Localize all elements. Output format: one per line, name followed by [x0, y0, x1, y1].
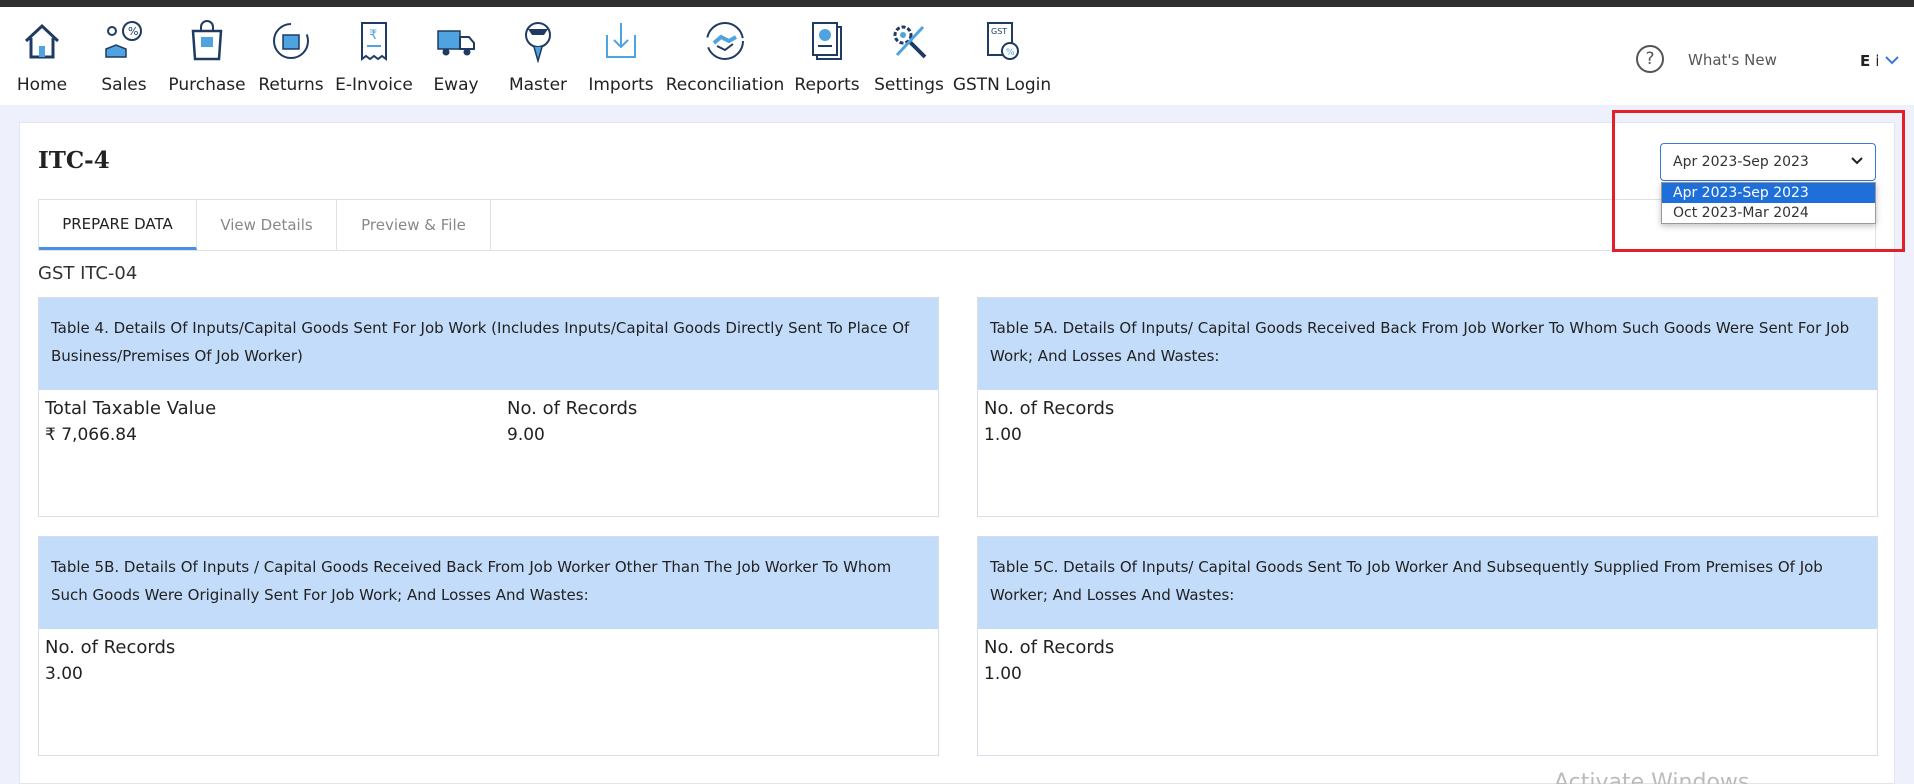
metric-label: No. of Records: [984, 637, 1115, 658]
metric-value: 9.00: [507, 425, 545, 445]
metric: No. of Records 9.00: [507, 398, 637, 445]
purchase-icon: [183, 17, 231, 65]
card-title: Table 5C. Details Of Inputs/ Capital Goo…: [978, 537, 1877, 629]
nav-item-returns[interactable]: Returns: [258, 17, 324, 101]
nav-item-e-invoice[interactable]: ₹ E-Invoice: [335, 17, 413, 101]
nav-label: GSTN Login: [952, 75, 1052, 95]
nav-item-gstn-login[interactable]: GST% GSTN Login: [952, 17, 1052, 101]
nav-item-home[interactable]: Home: [16, 17, 68, 101]
page-title: ITC-4: [38, 147, 110, 174]
reconciliation-icon: [701, 17, 749, 65]
tab-preview-file[interactable]: Preview & File: [337, 200, 491, 250]
metric: No. of Records 1.00: [984, 398, 1114, 445]
nav-item-reports[interactable]: Reports: [794, 17, 860, 101]
nav-item-purchase[interactable]: Purchase: [168, 17, 246, 101]
metric: No. of Records 1.00: [984, 637, 1114, 684]
tab-bar: PREPARE DATA View Details Preview & File: [38, 199, 1876, 251]
card-table-5b: Table 5B. Details Of Inputs / Capital Go…: [38, 536, 939, 756]
metric-label: No. of Records: [45, 637, 176, 658]
nav-label: Sales: [101, 75, 147, 95]
metric-value: 1.00: [984, 425, 1022, 445]
card-table-4: Table 4. Details Of Inputs/Capital Goods…: [38, 297, 939, 517]
chevron-down-icon[interactable]: [1884, 51, 1900, 70]
metric: No. of Records 3.00: [45, 637, 175, 684]
nav-item-eway[interactable]: Eway: [430, 17, 482, 101]
metric-label: No. of Records: [984, 398, 1115, 419]
section-title: GST ITC-04: [38, 263, 138, 284]
nav-label: Imports: [588, 75, 654, 95]
tab-view-details[interactable]: View Details: [197, 200, 337, 250]
nav-label: Returns: [258, 75, 324, 95]
metric-label: No. of Records: [507, 398, 638, 419]
metric-label: Total Taxable Value: [45, 398, 217, 419]
card-table-5c: Table 5C. Details Of Inputs/ Capital Goo…: [977, 536, 1878, 756]
nav-label: Reconciliation: [665, 75, 785, 95]
metric-value: 1.00: [984, 664, 1022, 684]
nav-label: Master: [508, 75, 568, 95]
returns-icon: [267, 17, 315, 65]
e-invoice-icon: ₹: [350, 17, 398, 65]
nav-label: E-Invoice: [335, 75, 413, 95]
nav-item-settings[interactable]: Settings: [874, 17, 944, 101]
sales-icon: %: [100, 17, 148, 65]
nav-item-reconciliation[interactable]: Reconciliation: [665, 17, 785, 101]
highlight-annotation-box: [1612, 110, 1905, 252]
card-title: Table 5A. Details Of Inputs/ Capital Goo…: [978, 298, 1877, 390]
metric: Total Taxable Value ₹ 7,066.84: [45, 398, 216, 445]
help-icon[interactable]: ?: [1636, 45, 1664, 73]
window-top-strip: [0, 0, 1914, 7]
nav-item-imports[interactable]: Imports: [588, 17, 654, 101]
master-icon: [514, 17, 562, 65]
card-title: Table 5B. Details Of Inputs / Capital Go…: [39, 537, 938, 629]
svg-text:GST: GST: [991, 27, 1007, 36]
nav-item-sales[interactable]: % Sales: [98, 17, 150, 101]
card-table-5a: Table 5A. Details Of Inputs/ Capital Goo…: [977, 297, 1878, 517]
metric-value: 3.00: [45, 664, 83, 684]
gstn-login-icon: GST%: [978, 17, 1026, 65]
top-navigation: Home % Sales Purchase Returns ₹ E-Invoic…: [0, 7, 1914, 105]
nav-label: Purchase: [168, 75, 246, 95]
reports-icon: [803, 17, 851, 65]
home-icon: [18, 17, 66, 65]
imports-icon: [597, 17, 645, 65]
whats-new-link[interactable]: What's New: [1688, 51, 1777, 69]
svg-text:%: %: [1006, 48, 1015, 58]
nav-item-master[interactable]: Master: [506, 17, 570, 101]
settings-icon: [885, 17, 933, 65]
user-name[interactable]: E in: [1860, 52, 1878, 70]
nav-label: Reports: [794, 75, 860, 95]
eway-truck-icon: [432, 17, 480, 65]
nav-label: Eway: [433, 75, 479, 95]
tab-prepare-data[interactable]: PREPARE DATA: [39, 200, 197, 250]
metric-value: ₹ 7,066.84: [45, 425, 137, 445]
svg-text:₹: ₹: [369, 28, 377, 43]
card-title: Table 4. Details Of Inputs/Capital Goods…: [39, 298, 938, 390]
nav-label: Home: [16, 75, 68, 95]
svg-text:%: %: [128, 25, 138, 38]
nav-label: Settings: [874, 75, 944, 95]
windows-activation-watermark: Activate Windows: [1554, 770, 1750, 784]
